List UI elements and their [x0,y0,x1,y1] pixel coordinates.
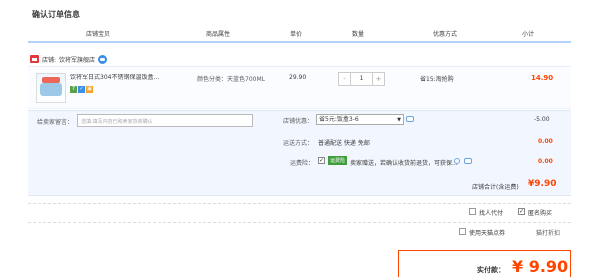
shop-label: 店铺: [42,56,57,64]
item-row [28,66,571,109]
shop-name-link[interactable]: 饮将军旗舰店 [59,55,95,64]
anonymous-buy-label: 匿名购买 [528,210,553,217]
quantity-minus-button[interactable]: - [339,73,351,85]
anonymous-buy-checkbox[interactable] [518,208,525,215]
guarantee-icon: ✓ [78,86,85,93]
shipping-value: 普通配送 快递 免邮 [318,140,370,147]
shipping-amount: 0.00 [538,138,553,145]
tmall-points-checkbox[interactable] [459,228,466,235]
quantity-input[interactable]: 1 [351,73,372,85]
shop-promo-amount: -5.00 [534,116,550,123]
shop-icon [30,55,39,63]
shop-promo-selected: 省5元:饭盒3-6 [319,116,359,123]
insurance-amount: 0.00 [538,158,553,165]
help-icon[interactable] [454,158,460,164]
pay-for-others-label: 找人代付 [479,210,504,217]
shop-row: 店铺: 饮将军旗舰店 [30,53,108,65]
insurance-label: 运费险： [290,160,315,167]
quantity-plus-button[interactable]: + [372,73,384,85]
tmall-points-label: 使用天猫点券 [469,230,506,237]
payment-label: 实付款： [477,266,505,274]
promo-info-icon[interactable] [406,116,414,122]
col-header-quantity: 数量 [352,31,365,38]
divider [28,222,571,223]
col-header-price: 单价 [290,31,303,38]
shop-promo-select[interactable]: 省5元:饭盒3-6 ▼ [316,114,404,125]
insurance-chat-icon[interactable] [464,158,472,164]
col-header-item: 店铺宝贝 [86,31,111,38]
tmall-points-link[interactable]: 猫打折扣 [536,228,560,237]
item-unit-price: 29.90 [289,74,307,81]
col-header-promo: 优惠方式 [433,31,458,38]
pay-for-others-checkbox[interactable] [469,208,476,215]
col-header-subtotal: 小计 [522,31,535,38]
item-thumbnail[interactable] [36,73,66,103]
shop-total-amount: ¥9.90 [528,179,557,189]
buyer-message-input[interactable]: 选填:填写内容已和卖家协商确认 [77,114,253,127]
insurance-checkbox[interactable] [318,157,325,164]
seven-day-return-icon: 7 [70,86,77,93]
divider [28,203,571,204]
item-property: 颜色分类：天蓝色700ML [197,76,265,83]
invoice-icon: ▣ [86,86,93,93]
insurance-text: 卖家赠送，若确认收货前退货，可获保... [350,160,458,167]
table-header: 店铺宝贝 商品属性 单价 数量 优惠方式 小计 [28,25,571,43]
payment-amount: ¥ 9.90 [512,257,569,276]
shipping-label: 运送方式： [283,140,314,147]
wangwang-chat-icon[interactable] [98,54,108,64]
item-name-link[interactable]: 饮将军日式304不锈钢保温饭盒... [70,74,200,82]
insurance-tag: 运费险 [328,156,348,165]
quantity-stepper: - 1 + [338,72,385,86]
shop-promo-label: 店铺优惠： [283,118,314,125]
item-subtotal: 14.90 [531,74,554,82]
chevron-down-icon: ▼ [397,117,401,123]
buyer-message-label: 给卖家留言： [37,119,74,126]
item-promo: 省15:淘抢购 [420,76,454,83]
page-title: 确认订单信息 [32,10,80,19]
item-badges: 7 ✓ ▣ [70,86,93,93]
col-header-property: 商品属性 [206,31,231,38]
shop-total-label: 店铺合计(含运费) [472,184,519,191]
